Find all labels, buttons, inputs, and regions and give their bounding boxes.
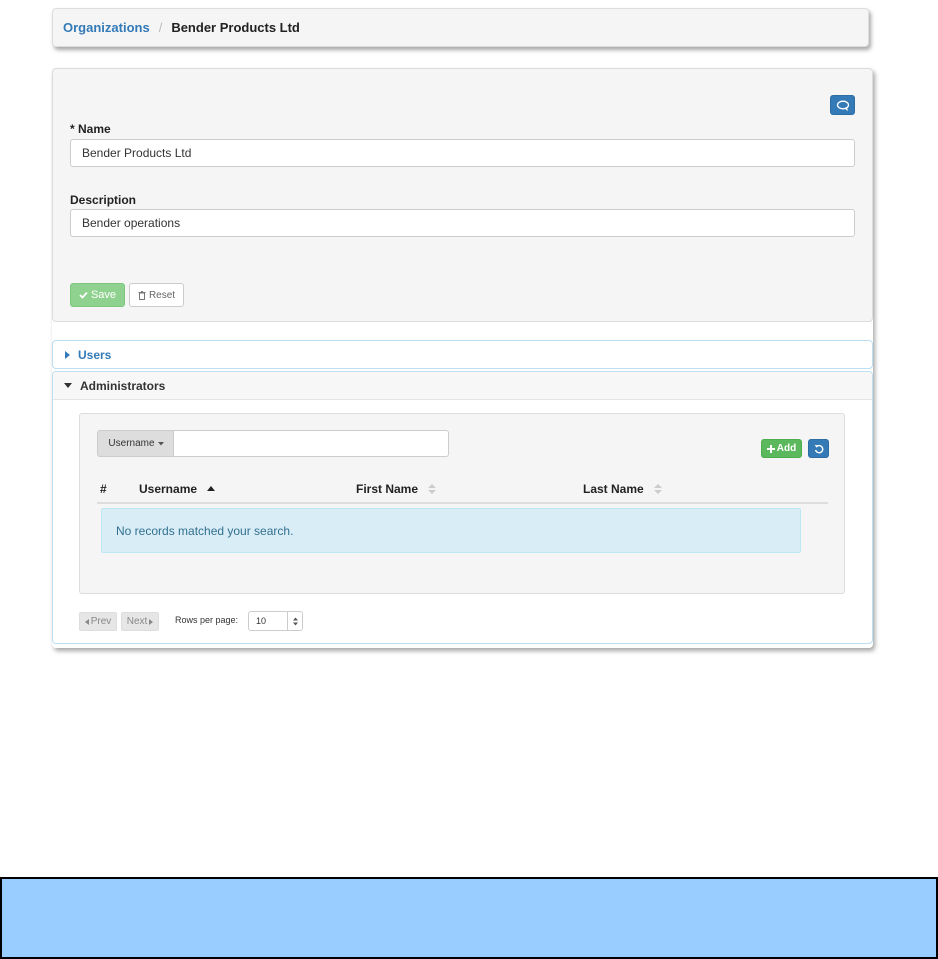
chat-bubble-icon: [836, 100, 849, 111]
empty-results-message: No records matched your search.: [101, 508, 801, 553]
column-header-last-name-label: Last Name: [583, 482, 644, 496]
bottom-banner: [0, 877, 938, 959]
caret-right-icon: [65, 350, 70, 359]
search-input[interactable]: [173, 430, 449, 457]
reset-button[interactable]: Reset: [129, 283, 184, 307]
chevron-down-icon: [157, 441, 164, 445]
caret-down-icon: [64, 383, 72, 388]
breadcrumb-current: Bender Products Ltd: [171, 20, 300, 35]
breadcrumb: Organizations / Bender Products Ltd: [52, 8, 869, 47]
rows-per-page-value: 10: [256, 616, 267, 626]
rows-per-page-select[interactable]: 10: [248, 611, 303, 631]
name-field[interactable]: Bender Products Ltd: [70, 139, 855, 167]
column-header-index: #: [100, 481, 107, 497]
column-header-first-name[interactable]: First Name: [356, 481, 437, 497]
sort-icon: [428, 484, 437, 494]
save-button-label: Save: [90, 289, 117, 301]
description-field[interactable]: Bender operations: [70, 209, 855, 237]
next-page-label: Next: [126, 616, 148, 627]
refresh-icon: [814, 444, 823, 453]
caret-left-icon: [84, 618, 89, 625]
next-page-button[interactable]: Next: [121, 612, 159, 631]
caret-right-icon: [149, 618, 154, 625]
search-field-label: Username: [108, 438, 155, 449]
breadcrumb-separator: /: [158, 20, 163, 35]
plus-icon: [766, 444, 775, 453]
save-button[interactable]: Save: [70, 283, 125, 307]
select-arrows-icon: [287, 612, 302, 630]
checkmark-icon: [79, 291, 88, 299]
comments-button[interactable]: [830, 95, 855, 115]
column-header-index-label: #: [100, 482, 107, 496]
refresh-button[interactable]: [808, 439, 829, 458]
column-header-username[interactable]: Username: [139, 481, 216, 497]
sort-icon: [653, 484, 662, 494]
prev-page-button[interactable]: Prev: [79, 612, 117, 631]
reset-button-label: Reset: [148, 289, 176, 301]
table-header-divider: [97, 502, 828, 504]
column-header-last-name[interactable]: Last Name: [583, 481, 662, 497]
users-accordion-header[interactable]: Users: [52, 340, 873, 369]
administrators-accordion-title: Administrators: [80, 378, 166, 393]
column-header-first-name-label: First Name: [356, 482, 419, 496]
rows-per-page-label: Rows per page:: [175, 615, 239, 625]
description-label: Description: [70, 193, 137, 207]
sort-ascending-icon: [207, 486, 216, 491]
users-accordion-title: Users: [78, 347, 112, 362]
prev-page-label: Prev: [90, 616, 112, 627]
breadcrumb-organizations-link[interactable]: Organizations: [63, 20, 150, 35]
name-label: * Name: [70, 122, 111, 136]
administrators-accordion-header[interactable]: Administrators: [53, 372, 872, 400]
column-header-username-label: Username: [139, 482, 198, 496]
search-field-dropdown[interactable]: Username: [97, 430, 174, 457]
add-administrator-button[interactable]: Add: [761, 439, 802, 458]
add-button-label: Add: [776, 443, 797, 454]
trash-icon: [138, 290, 146, 300]
